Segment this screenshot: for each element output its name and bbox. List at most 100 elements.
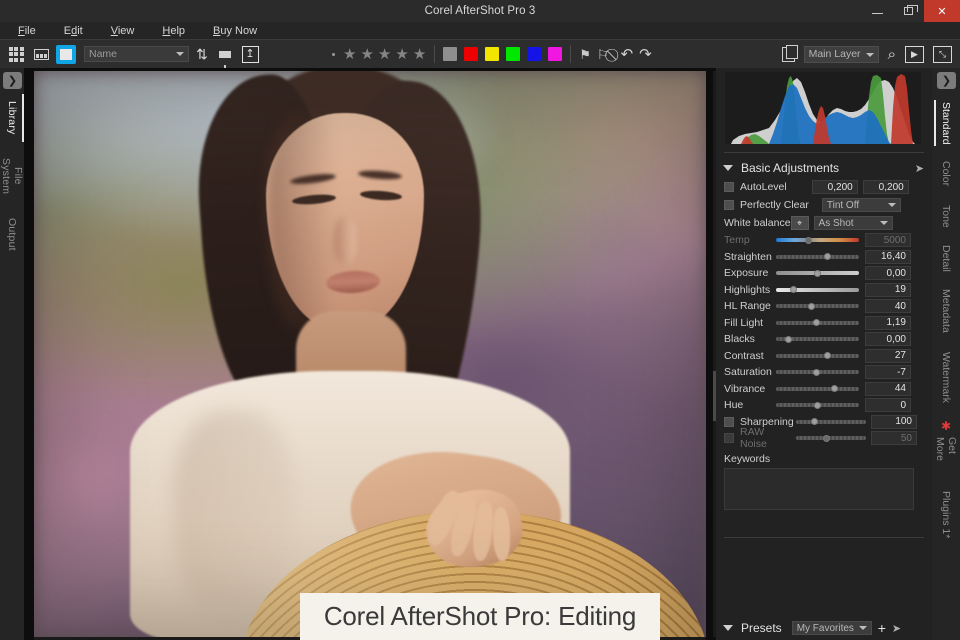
autolevel-value-2[interactable]: 0,200	[862, 180, 909, 194]
autolevel-value-1[interactable]: 0,200	[811, 180, 858, 194]
pin-icon[interactable]: ➤	[915, 162, 924, 175]
filmstrip-view-icon[interactable]	[31, 45, 51, 63]
flag-reject-icon[interactable]: ⚐	[597, 48, 609, 61]
chevron-down-icon[interactable]	[723, 165, 733, 171]
blacks-value[interactable]: 0,00	[865, 332, 911, 347]
tab-color[interactable]: Color	[932, 152, 960, 196]
tab-tone[interactable]: Tone	[932, 196, 960, 236]
preset-set-select[interactable]: My Favorites	[791, 621, 872, 635]
slider-row-contrast[interactable]: Contrast 27	[716, 348, 932, 365]
sharpening-value[interactable]: 100	[871, 414, 917, 429]
vibrance-slider[interactable]	[776, 385, 859, 393]
highlights-value[interactable]: 19	[865, 282, 911, 297]
slider-row-hl-range[interactable]: HL Range 40	[716, 298, 932, 315]
tab-metadata[interactable]: Metadata	[932, 280, 960, 342]
left-panel-expand-button[interactable]: ❯	[3, 72, 22, 89]
photo-canvas[interactable]	[34, 71, 706, 637]
tint-select[interactable]: Tint Off	[821, 198, 901, 212]
sort-ascending-icon[interactable]: ⇅	[194, 45, 210, 63]
grid-view-icon[interactable]	[6, 45, 26, 63]
keywords-input[interactable]	[724, 467, 914, 510]
highlights-slider[interactable]	[776, 286, 859, 294]
sort-field-select[interactable]: Name	[84, 46, 189, 62]
flag-pick-icon[interactable]: ⚑	[579, 48, 591, 61]
right-panel-expand-button[interactable]: ❯	[937, 72, 956, 89]
filter-funnel-icon[interactable]	[215, 45, 235, 70]
sharpening-slider[interactable]	[796, 418, 866, 426]
layer-select[interactable]: Main Layer	[803, 45, 879, 63]
contrast-slider[interactable]	[776, 352, 859, 360]
color-label-blue[interactable]	[527, 47, 542, 61]
slideshow-icon[interactable]: ▶	[905, 45, 924, 63]
single-image-view-icon[interactable]	[56, 44, 76, 64]
star-4-icon[interactable]: ★	[395, 47, 408, 62]
add-preset-button[interactable]: +	[878, 621, 886, 635]
hl-range-slider[interactable]	[776, 302, 859, 310]
star-5-icon[interactable]: ★	[413, 47, 426, 62]
slider-row-exposure[interactable]: Exposure 0,00	[716, 265, 932, 282]
sidebar-item-output[interactable]: Output	[0, 210, 24, 258]
menu-item-file[interactable]: File	[10, 25, 44, 37]
fullscreen-icon[interactable]: ⤡	[933, 45, 952, 63]
color-label-magenta[interactable]	[548, 47, 563, 61]
saturation-slider[interactable]	[776, 368, 859, 376]
slider-row-straighten[interactable]: Straighten 16,40	[716, 249, 932, 266]
perfectly-clear-row[interactable]: Perfectly Clear Tint Off	[716, 196, 932, 214]
slider-row-highlights[interactable]: Highlights 19	[716, 282, 932, 299]
tab-get-more[interactable]: ✱ Get More	[932, 412, 960, 484]
menu-item-help[interactable]: Help	[154, 25, 193, 37]
chevron-down-icon[interactable]	[723, 625, 733, 631]
autolevel-row[interactable]: AutoLevel 0,200 0,200	[716, 178, 932, 196]
raw-noise-value[interactable]: 50	[871, 431, 917, 446]
rating-none-icon[interactable]	[332, 52, 335, 56]
saturation-value[interactable]: -7	[865, 365, 911, 380]
slider-row-saturation[interactable]: Saturation -7	[716, 364, 932, 381]
slider-row-hue[interactable]: Hue 0	[716, 397, 932, 414]
menu-item-view[interactable]: View	[103, 25, 143, 37]
basic-adjustments-header[interactable]: Basic Adjustments ➤	[716, 158, 932, 178]
star-3-icon[interactable]: ★	[378, 47, 391, 62]
slider-row-raw-noise[interactable]: RAW Noise 50	[716, 426, 932, 450]
temp-value[interactable]: 5000	[865, 233, 911, 248]
contrast-value[interactable]: 27	[865, 348, 911, 363]
exposure-value[interactable]: 0,00	[865, 266, 911, 281]
tab-plugins[interactable]: Plugins 1*	[932, 484, 960, 546]
raw-noise-slider[interactable]	[796, 434, 866, 442]
slider-row-fill-light[interactable]: Fill Light 1,19	[716, 315, 932, 332]
tab-detail[interactable]: Detail	[932, 236, 960, 280]
menu-item-edit[interactable]: Edit	[56, 25, 91, 37]
sidebar-item-file-system[interactable]: File System	[0, 142, 24, 210]
perfectly-clear-checkbox[interactable]	[724, 200, 734, 210]
vibrance-value[interactable]: 44	[865, 381, 911, 396]
color-label-red[interactable]	[464, 47, 479, 61]
color-label-yellow[interactable]	[485, 47, 500, 61]
straighten-slider[interactable]	[776, 253, 859, 261]
hue-slider[interactable]	[776, 401, 859, 409]
temp-slider[interactable]	[776, 236, 859, 244]
pin-icon[interactable]: ➤	[892, 622, 901, 635]
rating-control[interactable]: ★ ★ ★ ★ ★	[332, 47, 426, 62]
redo-icon[interactable]: ↷	[639, 47, 652, 62]
slider-row-temp[interactable]: Temp 5000	[716, 232, 932, 249]
export-icon[interactable]: ↥	[240, 45, 260, 63]
minimize-button[interactable]	[862, 0, 893, 22]
image-viewer[interactable]	[24, 68, 716, 640]
close-button[interactable]: ✕	[924, 0, 960, 22]
raw-noise-checkbox[interactable]	[724, 433, 734, 444]
color-label-green[interactable]	[506, 47, 521, 61]
maximize-button[interactable]	[893, 0, 924, 22]
layers-icon[interactable]	[781, 44, 798, 62]
blacks-slider[interactable]	[776, 335, 859, 343]
fill-light-value[interactable]: 1,19	[865, 315, 911, 330]
search-icon[interactable]: ⌕	[888, 46, 896, 63]
autolevel-checkbox[interactable]	[724, 182, 734, 192]
sidebar-item-library[interactable]: Library	[0, 94, 24, 142]
undo-icon[interactable]: ↶	[621, 47, 634, 62]
hue-value[interactable]: 0	[865, 398, 911, 413]
fill-light-slider[interactable]	[776, 319, 859, 327]
straighten-value[interactable]: 16,40	[865, 249, 911, 264]
color-label-none[interactable]	[443, 47, 458, 61]
sharpening-checkbox[interactable]	[724, 416, 734, 427]
eyedropper-icon[interactable]: ⌖	[790, 216, 809, 230]
tab-standard[interactable]: Standard	[932, 94, 960, 152]
